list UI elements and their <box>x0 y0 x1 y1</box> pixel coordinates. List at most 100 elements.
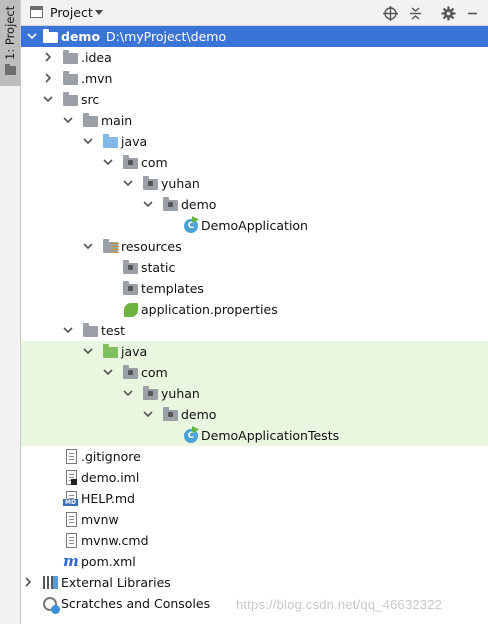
spring-boot-class-icon: C <box>183 216 199 233</box>
expand-arrow-icon[interactable] <box>103 367 113 377</box>
watermark-text: https://blog.csdn.net/qq_46632322 <box>236 597 443 612</box>
tree-node-main-yuhan[interactable]: yuhan <box>21 173 488 194</box>
source-root-icon <box>103 134 119 149</box>
tree-node-gitignore[interactable]: .gitignore <box>21 446 488 467</box>
tree-node-demo-iml[interactable]: demo.iml <box>21 467 488 488</box>
tree-node-label: main <box>101 113 133 128</box>
tree-node-help-md[interactable]: MD HELP.md <box>21 488 488 509</box>
package-icon <box>143 386 159 401</box>
expand-arrow-icon[interactable] <box>43 94 53 104</box>
tree-node-label: java <box>121 134 148 149</box>
collapsed-arrow-icon[interactable] <box>23 577 33 587</box>
tree-node-label: static <box>141 260 176 275</box>
tree-node-main-java[interactable]: java <box>21 131 488 152</box>
collapsed-arrow-icon[interactable] <box>43 73 53 83</box>
package-icon <box>143 176 159 191</box>
test-class-icon: C <box>183 426 199 443</box>
project-tool-tab-label: 1: Project <box>3 5 17 60</box>
iml-file-icon <box>63 470 79 485</box>
tree-node-label: src <box>81 92 100 107</box>
tree-node-test-java[interactable]: java <box>21 341 488 362</box>
spring-properties-icon <box>123 302 139 317</box>
tree-node-templates[interactable]: templates <box>21 278 488 299</box>
resources-root-icon <box>103 239 119 254</box>
tree-node-mvn[interactable]: .mvn <box>21 68 488 89</box>
tool-window-stripe: 1: Project <box>0 0 21 624</box>
tree-node-label: demo <box>181 197 217 212</box>
tree-node-main[interactable]: main <box>21 110 488 131</box>
test-root-icon <box>103 344 119 359</box>
tree-node-static[interactable]: static <box>21 257 488 278</box>
project-tool-tab[interactable]: 1: Project <box>0 0 20 86</box>
tree-node-mvnw[interactable]: mvnw <box>21 509 488 530</box>
libraries-icon <box>43 575 59 590</box>
tree-node-label: yuhan <box>161 176 200 191</box>
maven-icon: m <box>63 552 79 570</box>
tree-node-main-com[interactable]: com <box>21 152 488 173</box>
tree-node-resources[interactable]: resources <box>21 236 488 257</box>
expand-arrow-icon[interactable] <box>63 115 73 125</box>
tree-node-pom-xml[interactable]: m pom.xml <box>21 551 488 572</box>
tree-node-label: demo D:\myProject\demo <box>61 29 227 44</box>
tree-node-label: demo <box>181 407 217 422</box>
tree-node-label: com <box>141 365 168 380</box>
folder-icon <box>83 323 99 338</box>
expand-arrow-icon[interactable] <box>123 178 133 188</box>
package-icon <box>163 197 179 212</box>
tree-node-label: .gitignore <box>81 449 141 464</box>
tree-node-test[interactable]: test <box>21 320 488 341</box>
tree-node-external-libraries[interactable]: External Libraries <box>21 572 488 593</box>
tree-node-demo-application[interactable]: C DemoApplication <box>21 215 488 236</box>
markdown-file-icon: MD <box>63 491 79 506</box>
tree-node-label: DemoApplication <box>201 218 308 233</box>
target-icon[interactable] <box>381 4 399 22</box>
expand-arrow-icon[interactable] <box>27 31 37 41</box>
tree-node-label: .mvn <box>81 71 113 86</box>
tree-node-label: java <box>121 344 148 359</box>
tree-node-idea[interactable]: .idea <box>21 47 488 68</box>
module-folder-icon <box>43 29 59 44</box>
minimize-icon[interactable] <box>463 4 481 22</box>
tree-node-label: DemoApplicationTests <box>201 428 340 443</box>
package-icon <box>123 155 139 170</box>
tree-node-label: templates <box>141 281 204 296</box>
expand-arrow-icon[interactable] <box>63 325 73 335</box>
expand-arrow-icon[interactable] <box>123 388 133 398</box>
chevron-down-icon[interactable] <box>95 10 103 15</box>
tree-node-label: mvnw.cmd <box>81 533 149 548</box>
tree-node-test-demo-package[interactable]: demo <box>21 404 488 425</box>
expand-arrow-icon[interactable] <box>83 136 93 146</box>
tree-node-label: Scratches and Consoles <box>61 596 211 611</box>
folder-icon <box>123 260 139 275</box>
tree-node-demo-application-tests[interactable]: C DemoApplicationTests <box>21 425 488 446</box>
folder-icon <box>123 281 139 296</box>
text-file-icon <box>63 533 79 548</box>
expand-arrow-icon[interactable] <box>83 241 93 251</box>
folder-icon <box>63 92 79 107</box>
tree-node-label: resources <box>121 239 182 254</box>
tree-node-label: HELP.md <box>81 491 135 506</box>
text-file-icon <box>63 449 79 464</box>
tree-node-demo-root[interactable]: demo D:\myProject\demo <box>21 26 488 47</box>
folder-icon <box>83 113 99 128</box>
tree-node-application-properties[interactable]: application.properties <box>21 299 488 320</box>
expand-arrow-icon[interactable] <box>103 157 113 167</box>
tree-node-label: com <box>141 155 168 170</box>
tree-node-src[interactable]: src <box>21 89 488 110</box>
tree-node-test-yuhan[interactable]: yuhan <box>21 383 488 404</box>
tree-node-main-demo-package[interactable]: demo <box>21 194 488 215</box>
expand-arrow-icon[interactable] <box>143 199 153 209</box>
tree-node-label: demo.iml <box>81 470 140 485</box>
view-selector-label[interactable]: Project <box>50 5 93 20</box>
tree-node-test-com[interactable]: com <box>21 362 488 383</box>
collapse-all-icon[interactable] <box>406 4 424 22</box>
collapsed-arrow-icon[interactable] <box>43 52 53 62</box>
project-tree: demo D:\myProject\demo .idea .mvn src mai… <box>21 26 488 624</box>
scratches-icon <box>43 596 60 614</box>
tree-node-mvnw-cmd[interactable]: mvnw.cmd <box>21 530 488 551</box>
text-file-icon <box>63 512 79 527</box>
expand-arrow-icon[interactable] <box>83 346 93 356</box>
gear-icon[interactable] <box>439 4 457 22</box>
tree-node-label: test <box>101 323 126 338</box>
expand-arrow-icon[interactable] <box>143 409 153 419</box>
